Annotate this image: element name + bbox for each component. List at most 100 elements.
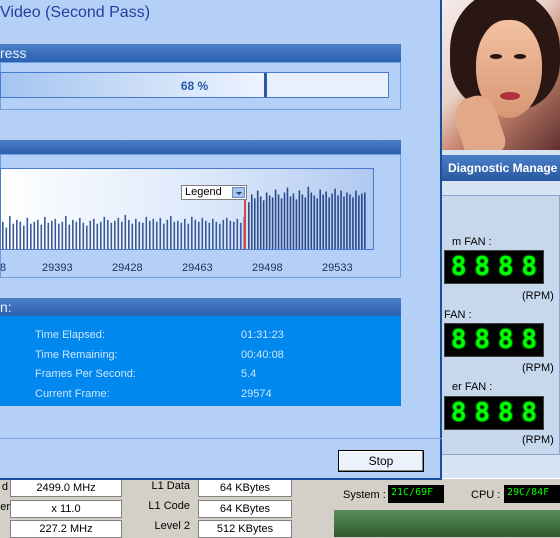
frame-bar (68, 224, 71, 249)
frame-bar (215, 221, 218, 249)
system-temp-lcd: 21C/69F (388, 485, 444, 503)
fan-lcd-3: 8888 (444, 396, 544, 430)
frame-bar (319, 189, 321, 249)
stop-button[interactable]: Stop (338, 450, 424, 472)
frame-bar (343, 196, 345, 249)
frame-bar (173, 221, 176, 249)
cpu-info-label-2: er (0, 501, 10, 513)
progress-group-header: ress (0, 44, 401, 62)
fan-label-2: FAN : (444, 309, 472, 321)
frame-bar (170, 215, 172, 249)
frame-bar (322, 194, 324, 249)
diagnostic-title-bar: Diagnostic Manage (440, 155, 560, 181)
frame-bar (166, 219, 169, 249)
frame-bar (349, 194, 351, 249)
chevron-down-icon[interactable] (232, 187, 245, 198)
frame-bar (163, 223, 165, 249)
window-title: Video (Second Pass) (0, 4, 151, 21)
footer-divider (0, 438, 442, 439)
frame-bar (110, 222, 113, 249)
frame-bar (292, 193, 295, 249)
level2-value: 512 KBytes (198, 520, 292, 538)
frame-bar (198, 221, 200, 249)
frame-bar (142, 222, 144, 249)
frame-bar (265, 192, 268, 249)
frame-bar (131, 223, 134, 249)
frame-bar (194, 219, 197, 249)
fan-rpm-unit-1: (RPM) (522, 290, 554, 302)
frame-bar (328, 197, 330, 249)
frame-bar (184, 218, 186, 249)
frame-bar (256, 190, 259, 249)
fan-lcd-2: 8888 (444, 323, 544, 357)
frame-bar (201, 217, 204, 249)
x-tick-label: 29498 (252, 262, 283, 274)
frame-bar (86, 225, 88, 249)
frame-bar (9, 215, 11, 249)
frame-bar (149, 220, 151, 249)
frame-bar (23, 225, 25, 249)
l1-code-label: L1 Code (148, 500, 190, 512)
frame-bar (180, 222, 183, 249)
frame-bar (51, 220, 53, 249)
frame-bar (271, 197, 274, 249)
fan-label-1: m FAN : (452, 236, 492, 248)
frame-bar (138, 221, 141, 249)
frame-bar (310, 192, 313, 249)
frame-bar (19, 221, 22, 249)
frame-bar (283, 192, 286, 249)
frame-bar (301, 194, 304, 249)
frame-bar (205, 220, 207, 249)
frame-bar (364, 192, 366, 249)
frame-bar (128, 219, 130, 249)
frame-bar (26, 217, 29, 249)
frame-bar (2, 221, 4, 249)
bus-speed-value: 227.2 MHz (10, 520, 122, 538)
frame-bar (75, 221, 78, 249)
frame-bar (61, 221, 64, 249)
frame-bar (33, 221, 36, 249)
frame-bar (304, 197, 307, 249)
frame-bar (79, 217, 81, 249)
frame-bar (274, 189, 277, 249)
frame-bar (124, 214, 127, 249)
frame-bar (40, 224, 43, 249)
frame-bar (289, 196, 292, 249)
fan-rpm-unit-3: (RPM) (522, 434, 554, 446)
cpu-temp-label: CPU : (471, 489, 501, 501)
frame-bar (248, 202, 250, 249)
time-elapsed-label: Time Elapsed: (35, 329, 105, 341)
progress-bar: 68 % (0, 72, 389, 98)
frame-bar (96, 223, 99, 249)
frame-bar (331, 193, 333, 249)
frame-bar (337, 195, 339, 249)
frame-bar (233, 221, 235, 249)
skin-photo (440, 0, 560, 150)
frame-bar (93, 218, 95, 249)
fan-label-3: er FAN : (452, 381, 493, 393)
x-tick-label: 8 (0, 262, 7, 274)
l1-data-label: L1 Data (151, 480, 190, 492)
frame-bar (250, 194, 253, 249)
frame-bar (355, 190, 357, 249)
fan-lcd-1: 8888 (444, 250, 544, 284)
cpu-info-label-1: d (1, 481, 8, 493)
frame-bar (240, 222, 242, 249)
frame-size-chart (0, 168, 374, 250)
frame-bar (30, 223, 32, 249)
l1-data-value: 64 KBytes (198, 479, 292, 497)
frame-bar (65, 215, 67, 249)
frame-bar (268, 195, 271, 249)
frame-bar (191, 216, 193, 249)
frame-size-bars (2, 186, 366, 249)
stats-group-header: n: (0, 298, 401, 316)
legend-dropdown[interactable]: Legend (181, 185, 247, 200)
frame-bar (152, 218, 155, 249)
stats-panel: Time Elapsed: 01:31:23 Time Remaining: 0… (0, 316, 401, 406)
frame-bar (145, 216, 148, 249)
frame-bar (325, 191, 327, 249)
fps-value: 5.4 (241, 368, 257, 380)
frame-bar (295, 199, 298, 249)
frame-bar (156, 221, 158, 249)
frame-bar (54, 218, 57, 249)
